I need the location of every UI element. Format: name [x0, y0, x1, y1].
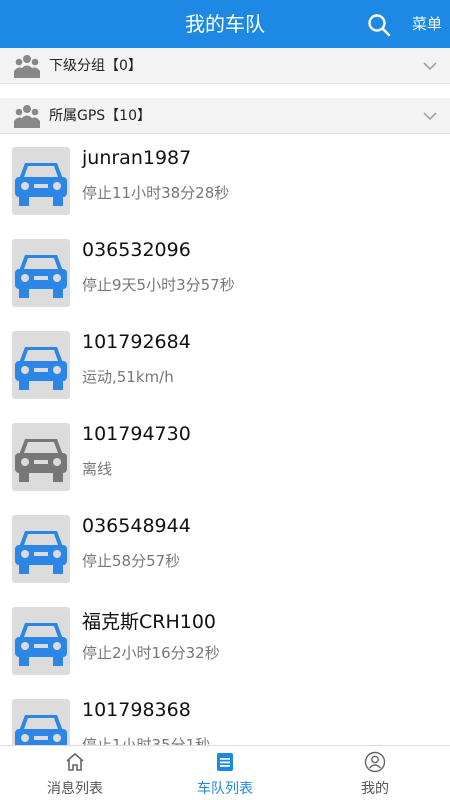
car-icon [15, 255, 67, 298]
vehicle-thumbnail [12, 239, 70, 307]
vehicle-status: 离线 [82, 460, 113, 478]
vehicle-list[interactable]: junran1987 停止11小时38分28秒 036532096 停止9天5小… [0, 135, 450, 745]
vehicle-thumbnail [12, 147, 70, 215]
group-icon [14, 105, 40, 128]
car-icon [15, 623, 67, 666]
vehicle-thumbnail [12, 423, 70, 491]
group-label: 所属GPS【10】 [49, 108, 151, 124]
vehicle-name: 101794730 [82, 423, 191, 445]
user-icon [364, 751, 386, 773]
group-icon [14, 55, 40, 78]
group-gps[interactable]: 所属GPS【10】 [0, 98, 450, 134]
tab-label: 消息列表 [47, 781, 103, 797]
home-icon [66, 752, 84, 771]
vehicle-status: 停止2小时16分32秒 [82, 644, 220, 662]
car-icon [15, 531, 67, 574]
car-icon [15, 347, 67, 390]
vehicle-item[interactable]: 036548944 停止58分57秒 [0, 503, 450, 595]
vehicle-item[interactable]: 101798368 停止1小时35分1秒 [0, 687, 450, 745]
tab-fleet-list[interactable]: 车队列表 [150, 746, 300, 800]
chevron-down-icon [423, 62, 437, 71]
vehicle-name: junran1987 [82, 147, 192, 169]
group-subgroups[interactable]: 下级分组【0】 [0, 48, 450, 84]
vehicle-thumbnail [12, 607, 70, 675]
vehicle-name: 福克斯CRH100 [82, 611, 217, 633]
search-icon[interactable] [366, 12, 392, 38]
menu-button[interactable]: 菜单 [412, 0, 442, 48]
vehicle-status: 停止58分57秒 [82, 552, 181, 570]
vehicle-item[interactable]: 101794730 离线 [0, 411, 450, 503]
car-icon [15, 715, 67, 745]
group-label: 下级分组【0】 [49, 58, 142, 74]
car-icon [15, 163, 67, 206]
vehicle-thumbnail [12, 699, 70, 745]
vehicle-status: 停止1小时35分1秒 [82, 736, 211, 745]
tab-label: 我的 [361, 781, 389, 797]
vehicle-thumbnail [12, 515, 70, 583]
vehicle-name: 036532096 [82, 239, 191, 261]
car-icon [15, 439, 67, 482]
vehicle-status: 停止11小时38分28秒 [82, 184, 230, 202]
vehicle-item[interactable]: 036532096 停止9天5小时3分57秒 [0, 227, 450, 319]
chevron-down-icon [423, 112, 437, 121]
tab-label: 车队列表 [197, 781, 253, 797]
tab-messages[interactable]: 消息列表 [0, 746, 150, 800]
vehicle-item[interactable]: 101792684 运动,51km/h [0, 319, 450, 411]
top-bar: 我的车队 菜单 [0, 0, 450, 48]
vehicle-thumbnail [12, 331, 70, 399]
list-icon [217, 753, 233, 771]
app-root: 我的车队 菜单 下级分组【0】 所属GPS【10】 junran1987 停止1… [0, 0, 450, 800]
vehicle-name: 036548944 [82, 515, 191, 537]
vehicle-status: 停止9天5小时3分57秒 [82, 276, 235, 294]
vehicle-name: 101792684 [82, 331, 191, 353]
bottom-tab-bar: 消息列表 车队列表 我的 [0, 745, 450, 800]
vehicle-status: 运动,51km/h [82, 368, 174, 386]
vehicle-name: 101798368 [82, 699, 191, 721]
vehicle-item[interactable]: junran1987 停止11小时38分28秒 [0, 135, 450, 227]
tab-mine[interactable]: 我的 [300, 746, 450, 800]
vehicle-item[interactable]: 福克斯CRH100 停止2小时16分32秒 [0, 595, 450, 687]
